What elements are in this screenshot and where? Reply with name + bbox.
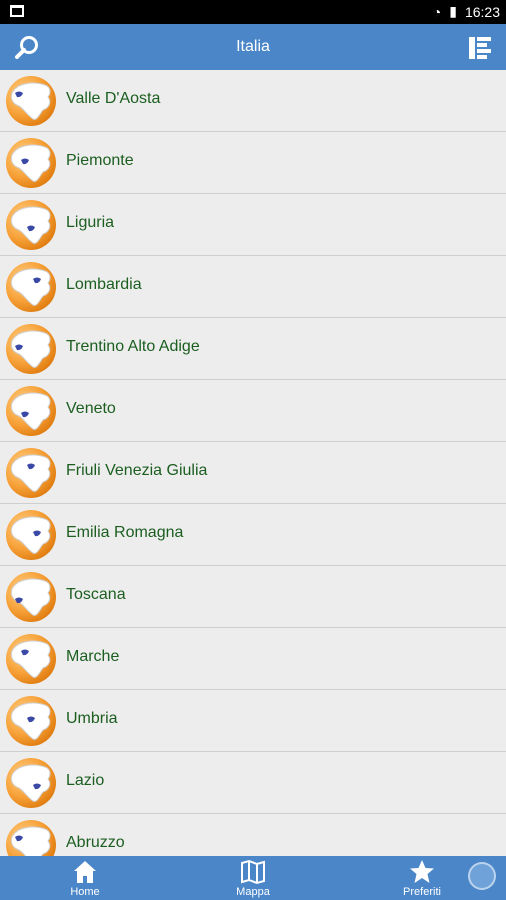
region-map-icon: [6, 200, 56, 250]
list-item[interactable]: Veneto: [0, 380, 506, 442]
list-item[interactable]: Valle D'Aosta: [0, 70, 506, 132]
tab-map-label: Mappa: [236, 886, 270, 898]
list-item-label: Valle D'Aosta: [66, 90, 161, 107]
region-map-icon: [6, 510, 56, 560]
list-item-label: Trentino Alto Adige: [66, 338, 200, 355]
list-item[interactable]: Friuli Venezia Giulia: [0, 442, 506, 504]
list-menu-icon[interactable]: [466, 34, 494, 62]
list-item[interactable]: Emilia Romagna: [0, 504, 506, 566]
list-item-label: Lombardia: [66, 276, 142, 293]
region-map-icon: [6, 820, 56, 856]
list-item-label: Liguria: [66, 214, 115, 231]
list-item[interactable]: Liguria: [0, 194, 506, 256]
list-item[interactable]: Umbria: [0, 690, 506, 752]
region-map-icon: [6, 386, 56, 436]
list-item[interactable]: Marche: [0, 628, 506, 690]
region-map-icon: [6, 448, 56, 498]
list-item-label: Lazio: [66, 772, 105, 789]
list-item-label: Piemonte: [66, 152, 134, 169]
list-item[interactable]: Lazio: [0, 752, 506, 814]
list-item[interactable]: Trentino Alto Adige: [0, 318, 506, 380]
region-map-icon: [6, 572, 56, 622]
status-bar: ◔ ▮ 16:23: [0, 0, 506, 24]
tab-home[interactable]: Home: [40, 858, 130, 898]
notification-icon: [10, 5, 24, 17]
star-icon: [410, 860, 434, 883]
list-item[interactable]: Piemonte: [0, 132, 506, 194]
region-map-icon: [6, 138, 56, 188]
map-icon: [241, 859, 265, 885]
tab-favorites[interactable]: Preferiti: [377, 858, 467, 898]
bottom-tab-bar: Home Mappa Preferiti: [0, 856, 506, 900]
region-map-icon: [6, 76, 56, 126]
tab-map[interactable]: Mappa: [208, 858, 298, 898]
wifi-icon: ◔: [432, 3, 442, 20]
region-map-icon: [6, 758, 56, 808]
region-map-icon: [6, 634, 56, 684]
floating-scroll-button[interactable]: [468, 862, 496, 890]
region-map-icon: [6, 324, 56, 374]
list-item-label: Abruzzo: [66, 834, 125, 851]
list-item-label: Umbria: [66, 710, 118, 727]
list-item-label: Emilia Romagna: [66, 524, 184, 541]
status-right: ◔ ▮ 16:23: [433, 3, 500, 20]
list-item[interactable]: Lombardia: [0, 256, 506, 318]
page-title: Italia: [236, 38, 270, 55]
home-icon: [74, 861, 96, 883]
region-map-icon: [6, 262, 56, 312]
list-item-label: Toscana: [66, 586, 126, 603]
battery-icon: ▮: [449, 3, 457, 19]
list-item[interactable]: Toscana: [0, 566, 506, 628]
tab-home-label: Home: [70, 886, 100, 898]
tab-favorites-label: Preferiti: [403, 886, 441, 898]
list-item-label: Marche: [66, 648, 120, 665]
list-item-label: Friuli Venezia Giulia: [66, 462, 208, 479]
region-list: Valle D'Aosta Piemonte Liguria Lombardia…: [0, 70, 506, 856]
app-bar: Italia: [0, 24, 506, 70]
list-item-label: Veneto: [66, 400, 116, 417]
list-item[interactable]: Abruzzo: [0, 814, 506, 856]
region-map-icon: [6, 696, 56, 746]
status-time: 16:23: [464, 3, 500, 20]
